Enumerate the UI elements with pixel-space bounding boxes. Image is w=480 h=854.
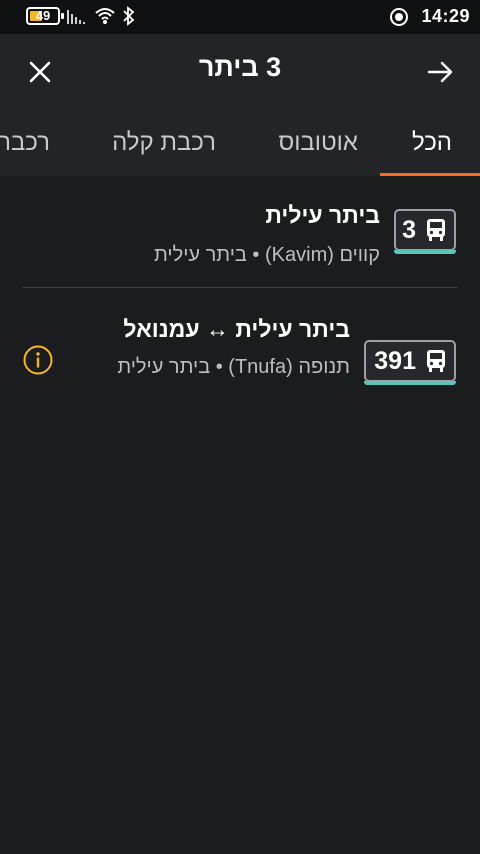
route-title: ביתר עילית bbox=[265, 202, 380, 228]
line-number: 391 bbox=[374, 346, 416, 375]
tab-bus[interactable]: אוטובוס bbox=[278, 110, 358, 176]
status-bar: 49 14:29 bbox=[0, 0, 480, 34]
cell-signal-icon bbox=[67, 10, 85, 24]
line-color-bar bbox=[394, 250, 456, 254]
page-title: 3 ביתר bbox=[198, 52, 282, 82]
tab-all[interactable]: הכל bbox=[412, 110, 452, 176]
route-subtitle: תנופה (Tnufa) • ביתר עילית bbox=[117, 356, 350, 378]
route-title: ביתר עילית ↔ עמנואל bbox=[123, 316, 350, 342]
app-bar: 3 ביתר bbox=[0, 34, 480, 110]
line-badge: 3 bbox=[394, 209, 456, 254]
info-icon[interactable] bbox=[22, 344, 54, 376]
list-item-route-3[interactable]: 3 ביתר עילית קווים (Kavim) • ביתר עילית bbox=[0, 176, 480, 288]
status-left-group: 49 bbox=[26, 6, 136, 26]
bus-icon bbox=[427, 219, 445, 241]
back-button[interactable] bbox=[422, 54, 458, 90]
line-color-bar bbox=[364, 381, 456, 385]
battery-icon: 49 bbox=[26, 7, 64, 25]
tab-train[interactable]: רכבת bbox=[0, 110, 50, 176]
clock: 14:29 bbox=[421, 6, 470, 26]
bluetooth-icon bbox=[123, 6, 135, 26]
bus-icon bbox=[427, 350, 445, 372]
line-badge: 391 bbox=[364, 340, 456, 385]
location-icon bbox=[390, 7, 409, 26]
wifi-icon bbox=[95, 8, 115, 24]
route-subtitle: קווים (Kavim) • ביתר עילית bbox=[154, 244, 380, 266]
tab-light-rail[interactable]: רכבת קלה bbox=[112, 110, 216, 176]
status-right-group: 14:29 bbox=[389, 6, 470, 27]
tab-bar: הכל אוטובוס רכבת קלה רכבת bbox=[0, 110, 480, 176]
arrow-right-icon bbox=[427, 61, 453, 83]
battery-level: 49 bbox=[35, 8, 51, 23]
list-item-route-391[interactable]: 391 ביתר עילית ↔ עמנואל תנופה (Tnufa) • … bbox=[0, 288, 480, 428]
line-number: 3 bbox=[402, 215, 416, 244]
